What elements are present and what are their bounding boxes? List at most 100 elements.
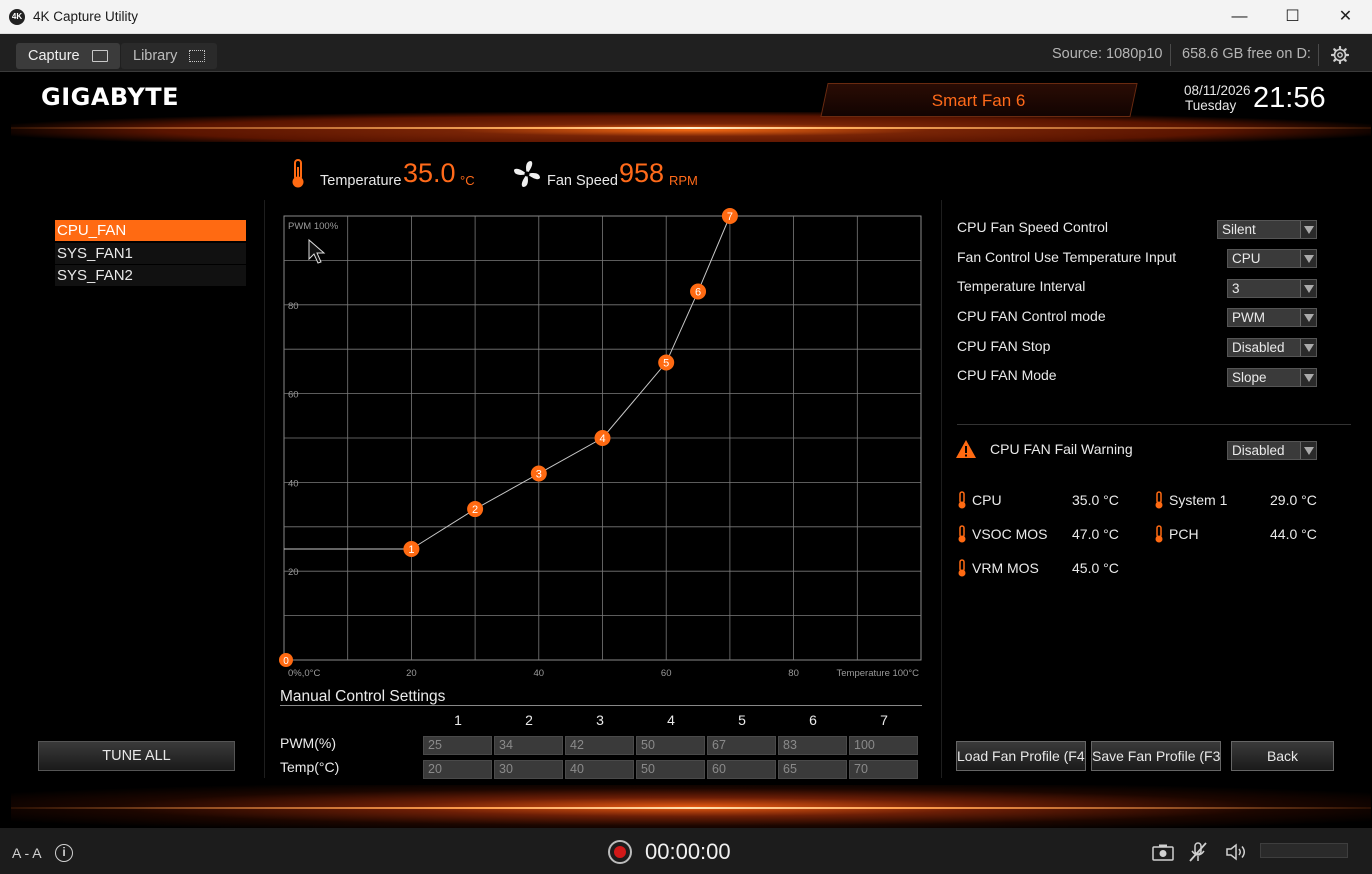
temp-input[interactable]: 60: [707, 760, 776, 779]
volume-meter[interactable]: [1260, 843, 1348, 858]
fail-warning-label: CPU FAN Fail Warning: [990, 441, 1133, 457]
load-fan-profile-button[interactable]: Load Fan Profile (F4): [956, 741, 1086, 771]
dropdown-arrow-icon: [1300, 309, 1316, 326]
tune-all-button[interactable]: TUNE ALL: [38, 741, 235, 771]
y-tick-label: 60: [288, 390, 299, 401]
manual-column-header: 2: [525, 712, 533, 728]
close-button[interactable]: ✕: [1319, 0, 1372, 34]
sensor-value: 44.0 °C: [1270, 526, 1317, 542]
screenshot-camera-icon[interactable]: [1152, 843, 1174, 861]
date-display: 08/11/2026 Tuesday: [1184, 83, 1251, 113]
fail-warning-value: Disabled: [1232, 443, 1285, 458]
sensor-name: VRM MOS: [972, 560, 1039, 576]
fan-speed-unit: RPM: [669, 173, 698, 188]
settings-gear-icon[interactable]: [1331, 46, 1349, 64]
fan-item-sys-fan1[interactable]: SYS_FAN1: [55, 243, 246, 264]
origin-label: 0%,0°C: [288, 668, 320, 678]
fan-speed-value: 958: [619, 158, 665, 188]
minimize-button[interactable]: —: [1213, 0, 1266, 34]
pwm-input[interactable]: 100: [849, 736, 918, 755]
setting-label: Temperature Interval: [957, 278, 1086, 294]
sensor-name: System 1: [1169, 492, 1228, 508]
day-text: Tuesday: [1185, 98, 1237, 113]
record-button[interactable]: [608, 840, 632, 864]
status-divider: [1170, 44, 1171, 66]
dropdown-arrow-icon: [1300, 442, 1316, 459]
manual-column-header: 1: [454, 712, 462, 728]
setting-dropdown[interactable]: PWM: [1227, 308, 1317, 327]
setting-label: CPU FAN Mode: [957, 367, 1057, 383]
manual-column-header: 5: [738, 712, 746, 728]
mode-title: Smart Fan 6: [820, 83, 1138, 117]
setting-dropdown[interactable]: Silent: [1217, 220, 1317, 239]
setting-dropdown[interactable]: 3: [1227, 279, 1317, 298]
dropdown-arrow-icon: [1300, 221, 1316, 238]
pwm-input[interactable]: 50: [636, 736, 705, 755]
tab-capture[interactable]: Capture: [16, 43, 120, 69]
app-icon: 4K: [9, 9, 25, 25]
aspect-label[interactable]: A - A: [12, 845, 42, 861]
back-button[interactable]: Back: [1231, 741, 1334, 771]
sensor-thermometer-icon: [958, 525, 966, 543]
setting-value: 3: [1232, 281, 1240, 296]
temp-input[interactable]: 50: [636, 760, 705, 779]
mic-muted-icon[interactable]: [1188, 841, 1208, 863]
temp-row-label: Temp(°C): [280, 759, 340, 775]
setting-dropdown[interactable]: CPU: [1227, 249, 1317, 268]
temp-input[interactable]: 70: [849, 760, 918, 779]
bios-screen: GIGABYTE Smart Fan 6 08/11/2026 Tuesday …: [11, 72, 1371, 828]
maximize-button[interactable]: ☐: [1266, 0, 1319, 34]
info-icon[interactable]: i: [55, 844, 73, 862]
dropdown-arrow-icon: [1300, 339, 1316, 356]
pwm-input[interactable]: 34: [494, 736, 563, 755]
setting-dropdown[interactable]: Disabled: [1227, 338, 1317, 357]
sensor-thermometer-icon: [1155, 491, 1163, 509]
setting-label: Fan Control Use Temperature Input: [957, 249, 1177, 265]
fan-item-cpu-fan[interactable]: CPU_FAN: [55, 220, 246, 241]
save-fan-profile-button[interactable]: Save Fan Profile (F3): [1091, 741, 1221, 771]
manual-control-underline: [280, 705, 922, 706]
curve-point-label: 5: [663, 358, 669, 370]
pwm-input[interactable]: 67: [707, 736, 776, 755]
setting-dropdown[interactable]: Slope: [1227, 368, 1317, 387]
fail-warning-dropdown[interactable]: Disabled: [1227, 441, 1317, 460]
thermometer-icon: [292, 159, 304, 188]
temp-input[interactable]: 65: [778, 760, 847, 779]
pwm-input[interactable]: 42: [565, 736, 634, 755]
curve-point-label: 7: [727, 211, 733, 223]
free-space-status: 658.6 GB free on D:: [1182, 46, 1311, 62]
curve-point-label: 3: [536, 469, 542, 481]
tab-library-label: Library: [133, 48, 178, 64]
record-timer: 00:00:00: [645, 839, 731, 864]
date-text: 08/11/2026: [1184, 83, 1251, 98]
manual-column-header: 6: [809, 712, 817, 728]
dropdown-arrow-icon: [1300, 369, 1316, 386]
sensor-value: 45.0 °C: [1072, 560, 1119, 576]
setting-value: Disabled: [1232, 340, 1285, 355]
title-bar: [0, 0, 1372, 34]
tab-library[interactable]: Library: [121, 43, 217, 69]
curve-point-label: 6: [695, 286, 701, 298]
settings-divider: [957, 424, 1351, 425]
x-tick-label: 40: [534, 668, 545, 678]
setting-label: CPU FAN Control mode: [957, 308, 1106, 324]
pwm-input[interactable]: 83: [778, 736, 847, 755]
divider: [941, 200, 942, 778]
sensor-name: VSOC MOS: [972, 526, 1048, 542]
y-tick-label: 20: [288, 567, 299, 578]
temp-input[interactable]: 30: [494, 760, 563, 779]
x-axis-right-label: Temperature 100°C: [837, 668, 920, 678]
fan-curve-chart[interactable]: PWM 100%Temperature 100°C0%,0°C 20 40 60 802…: [271, 208, 931, 678]
speaker-icon[interactable]: [1225, 843, 1249, 861]
fan-item-sys-fan2[interactable]: SYS_FAN2: [55, 265, 246, 286]
gigabyte-logo: GIGABYTE: [41, 83, 180, 111]
temperature-value: 35.0: [403, 158, 456, 188]
temp-input[interactable]: 20: [423, 760, 492, 779]
dropdown-arrow-icon: [1300, 250, 1316, 267]
fan-speed-label: Fan Speed: [547, 173, 618, 189]
sensor-value: 35.0 °C: [1072, 492, 1119, 508]
setting-value: CPU: [1232, 251, 1261, 266]
pwm-input[interactable]: 25: [423, 736, 492, 755]
pwm-row-label: PWM(%): [280, 735, 336, 751]
temp-input[interactable]: 40: [565, 760, 634, 779]
